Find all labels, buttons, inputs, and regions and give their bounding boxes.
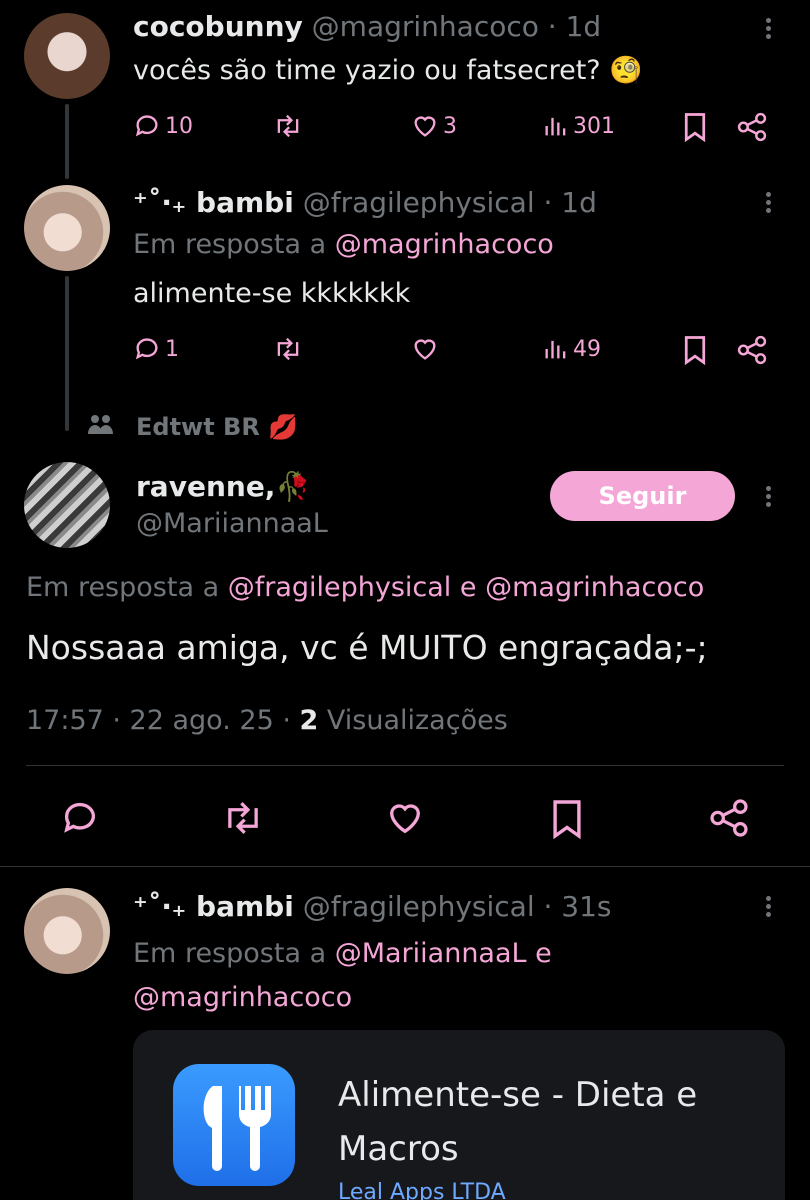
tweet-text: Nossaaa amiga, vc é MUITO engraçada;-; <box>26 628 708 667</box>
handle[interactable]: @fragilephysical <box>303 890 535 923</box>
views-button[interactable]: 301 <box>543 112 615 140</box>
timestamp[interactable]: · 31s <box>544 890 612 923</box>
views-icon <box>545 117 566 136</box>
display-name[interactable]: ⁺˚‧₊ bambi <box>133 186 294 219</box>
tweet-header: cocobunny @magrinhacoco · 1d <box>133 10 601 43</box>
more-options-icon[interactable] <box>763 894 773 922</box>
heart-icon <box>389 804 421 834</box>
avatar-bambi[interactable] <box>24 185 110 271</box>
more-options-icon[interactable] <box>763 190 773 218</box>
reply-context: Em resposta a @magrinhacoco <box>133 229 554 260</box>
timestamp[interactable]: 17:57 · 22 ago. 25 · <box>26 705 291 736</box>
display-name[interactable]: cocobunny <box>133 10 303 43</box>
reply-button[interactable] <box>60 798 100 838</box>
like-button[interactable]: 3 <box>411 112 457 140</box>
views-button[interactable]: 49 <box>543 335 601 363</box>
views-count: 301 <box>573 113 615 139</box>
reply-icon <box>135 115 158 137</box>
timestamp[interactable]: · 1d <box>548 10 601 43</box>
avatar-cocobunny[interactable] <box>24 13 110 99</box>
reply-prefix: Em resposta a <box>133 229 327 260</box>
timestamp[interactable]: · 1d <box>544 186 597 219</box>
bookmark-icon <box>684 336 706 365</box>
reply-context: Em resposta a @fragilephysical e @magrin… <box>26 572 704 603</box>
reply-conjunction: e <box>459 572 477 603</box>
tweet-meta: 17:57 · 22 ago. 25 · 2 Visualizações <box>26 705 508 736</box>
retweet-icon <box>277 337 299 361</box>
views-count: 49 <box>573 336 601 362</box>
reply-icon <box>64 802 95 833</box>
reply-button[interactable]: 10 <box>133 112 193 140</box>
reply-prefix: Em resposta a <box>26 572 220 603</box>
community-label[interactable]: Edtwt BR 💋 <box>136 413 298 441</box>
divider <box>0 866 810 867</box>
like-button[interactable] <box>411 335 439 363</box>
divider <box>26 765 784 766</box>
tweet-header: ⁺˚‧₊ bambi @fragilephysical · 1d <box>133 186 597 219</box>
more-options-icon[interactable] <box>763 484 773 512</box>
retweet-button[interactable] <box>272 335 304 363</box>
heart-icon <box>414 116 436 137</box>
display-name[interactable]: ⁺˚‧₊ bambi <box>133 890 294 923</box>
avatar-bambi[interactable] <box>24 888 110 974</box>
more-options-icon[interactable] <box>763 16 773 44</box>
like-count: 3 <box>443 113 457 139</box>
reply-mention[interactable]: @magrinhacoco <box>335 229 554 260</box>
reply-button[interactable]: 1 <box>133 335 179 363</box>
handle[interactable]: @magrinhacoco <box>312 10 539 43</box>
display-name[interactable]: ravenne,🥀 <box>136 470 310 503</box>
reply-count: 1 <box>165 336 179 362</box>
handle[interactable]: @MariiannaaL <box>136 508 328 539</box>
views-icon <box>545 340 566 359</box>
share-button[interactable] <box>708 798 750 838</box>
bookmark-icon <box>684 113 706 142</box>
retweet-icon <box>277 114 299 138</box>
bookmark-button[interactable] <box>550 798 584 840</box>
retweet-button[interactable] <box>220 798 266 838</box>
bookmark-button[interactable] <box>682 112 708 142</box>
share-button[interactable] <box>736 335 768 365</box>
reply-count: 10 <box>165 113 193 139</box>
follow-button[interactable]: Seguir <box>550 471 735 521</box>
avatar-ravenne[interactable] <box>24 462 110 548</box>
reply-mention[interactable]: @magrinhacoco <box>485 572 704 603</box>
bookmark-icon <box>553 800 581 840</box>
reply-icon <box>135 338 158 360</box>
app-developer[interactable]: Leal Apps LTDA <box>338 1180 506 1200</box>
handle[interactable]: @fragilephysical <box>303 186 535 219</box>
reply-mention[interactable]: @MariiannaaL <box>335 938 527 969</box>
app-title: Alimente-se - Dieta e Macros <box>338 1075 698 1169</box>
reply-prefix: Em resposta a <box>133 938 327 969</box>
share-icon <box>710 799 748 837</box>
community-icon <box>86 412 116 442</box>
share-button[interactable] <box>736 112 768 142</box>
thread-line <box>65 276 69 431</box>
retweet-icon <box>228 802 258 834</box>
like-button[interactable] <box>385 798 425 838</box>
thread-line <box>65 104 69 179</box>
app-card[interactable]: Alimente-se - Dieta e Macros Leal Apps L… <box>133 1030 785 1200</box>
reply-mention[interactable]: @magrinhacoco <box>133 982 352 1013</box>
views-label: Visualizações <box>326 705 508 736</box>
tweet-text: alimente-se kkkkkkk <box>133 278 411 309</box>
fork-knife-icon <box>173 1064 295 1186</box>
reply-conjunction: e <box>535 938 552 969</box>
share-icon <box>737 112 767 142</box>
reply-mention[interactable]: @fragilephysical <box>228 572 452 603</box>
tweet-header: ⁺˚‧₊ bambi @fragilephysical · 31s <box>133 890 612 923</box>
reply-context: Em resposta a @MariiannaaL e @magrinhaco… <box>133 932 753 1020</box>
share-icon <box>737 335 767 365</box>
heart-icon <box>414 339 436 360</box>
retweet-button[interactable] <box>272 112 304 140</box>
views-count: 2 <box>299 705 319 736</box>
bookmark-button[interactable] <box>682 335 708 365</box>
tweet-text: vocês são time yazio ou fatsecret? 🧐 <box>133 55 643 86</box>
